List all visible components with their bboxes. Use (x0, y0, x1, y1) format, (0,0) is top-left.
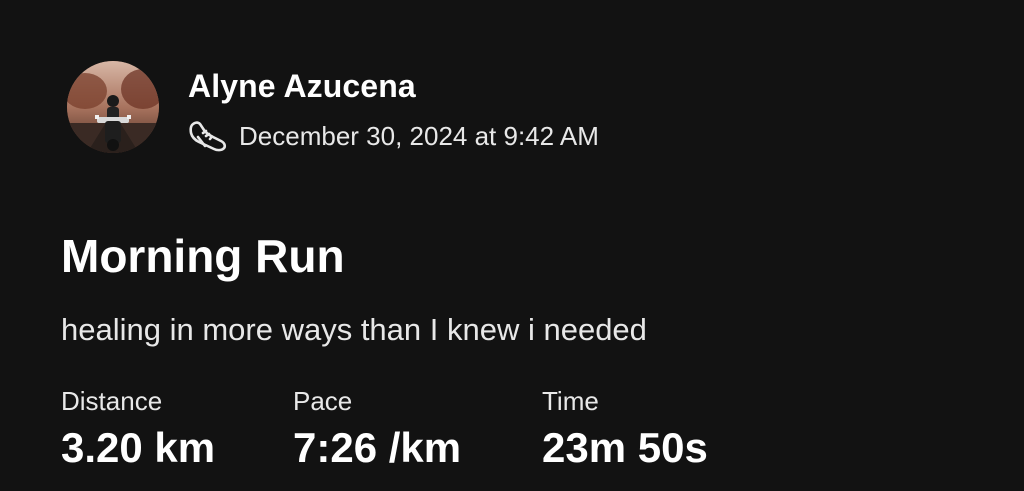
activity-title[interactable]: Morning Run (61, 226, 345, 286)
activity-stats: Distance 3.20 km Pace 7:26 /km Time 23m … (61, 382, 762, 478)
activity-header: Alyne Azucena December 30, 2024 at 9:42 … (67, 61, 599, 153)
activity-description: healing in more ways than I knew i neede… (61, 312, 647, 347)
activity-timestamp: December 30, 2024 at 9:42 AM (239, 121, 599, 151)
stat-distance: Distance 3.20 km (61, 382, 293, 478)
stat-distance-label: Distance (61, 386, 163, 416)
activity-meta: December 30, 2024 at 9:42 AM (188, 119, 599, 153)
stat-pace-label: Pace (293, 386, 353, 416)
stat-distance-value: 3.20 km (61, 424, 216, 471)
stat-pace: Pace 7:26 /km (293, 382, 542, 478)
activity-card: Alyne Azucena December 30, 2024 at 9:42 … (0, 0, 1024, 491)
avatar[interactable] (67, 61, 159, 153)
avatar-photo (67, 61, 159, 153)
athlete-info: Alyne Azucena December 30, 2024 at 9:42 … (188, 69, 599, 153)
running-shoe-icon (188, 119, 228, 153)
stat-time: Time 23m 50s (542, 382, 762, 478)
stat-time-label: Time (542, 386, 599, 416)
athlete-name[interactable]: Alyne Azucena (188, 69, 599, 103)
stat-pace-value: 7:26 /km (293, 424, 462, 471)
stat-time-value: 23m 50s (542, 424, 708, 471)
